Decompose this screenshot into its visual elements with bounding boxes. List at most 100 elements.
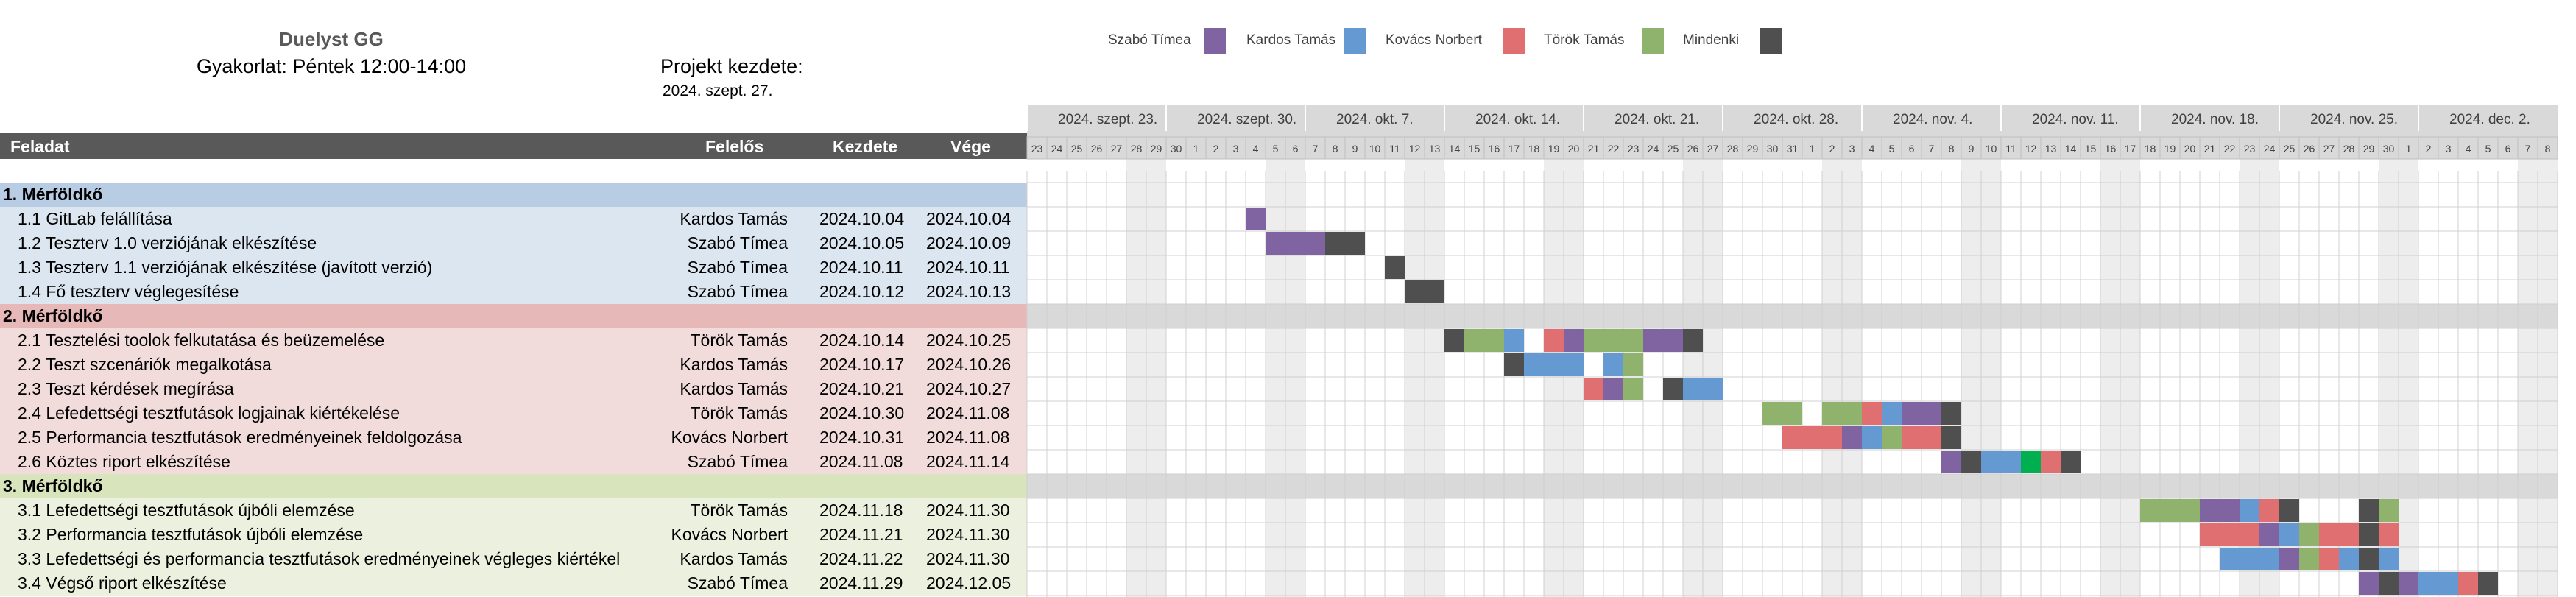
gantt-bar (2140, 499, 2200, 522)
gantt-bar (2339, 548, 2359, 570)
day-label: 30 (1171, 143, 1182, 155)
day-label: 4 (1869, 143, 1875, 155)
day-label: 6 (1909, 143, 1915, 155)
day-label: 3 (1849, 143, 1855, 155)
day-label: 12 (2025, 143, 2037, 155)
day-label: 24 (2264, 143, 2276, 155)
weekend-column (1285, 159, 1305, 597)
gantt-bar (1842, 426, 1862, 449)
day-label: 21 (2204, 143, 2216, 155)
weekend-column (2538, 159, 2558, 597)
week-label: 2024. okt. 7. (1336, 112, 1414, 127)
day-label: 19 (1548, 143, 1560, 155)
gantt-bar (1862, 426, 1882, 449)
weekend-column (1564, 159, 1584, 597)
week-label: 2024. szept. 23. (1058, 112, 1157, 127)
day-label: 9 (1969, 143, 1975, 155)
day-label: 9 (1352, 143, 1358, 155)
day-label: 2 (1829, 143, 1835, 155)
gantt-bar (1782, 426, 1842, 449)
week-label: 2024. nov. 25. (2310, 112, 2398, 127)
day-label: 2 (2426, 143, 2432, 155)
gantt-bar (1623, 378, 1643, 400)
day-label: 5 (2485, 143, 2491, 155)
weekend-column (1822, 159, 1842, 597)
gantt-chart: 2024. szept. 23. 2024. szept. 30. 2024. ok… (1026, 105, 2558, 597)
gantt-bar (2458, 572, 2478, 595)
gantt-bar (2240, 499, 2259, 522)
day-label: 4 (1253, 143, 1259, 155)
weekend-column (1981, 159, 2001, 597)
day-label: 22 (2224, 143, 2236, 155)
gantt-bar (1246, 208, 1266, 230)
gantt-bar (1564, 329, 1584, 352)
day-label: 11 (1389, 143, 1400, 155)
gantt-bar (2418, 572, 2458, 595)
weekend-column (1266, 159, 1285, 597)
day-label: 19 (2164, 143, 2176, 155)
day-label: 20 (1568, 143, 1580, 155)
day-label: 8 (1333, 143, 1338, 155)
day-label: 7 (1313, 143, 1319, 155)
day-label: 1 (1193, 143, 1199, 155)
gantt-bar (2259, 523, 2279, 546)
gantt-bar (2478, 572, 2498, 595)
gantt-bar (1862, 402, 1882, 425)
gantt-bar (2379, 523, 2399, 546)
gantt-bar (2021, 451, 2041, 473)
gantt-bar (2001, 451, 2021, 473)
weekend-column (1544, 159, 1564, 597)
weekend-column (2399, 159, 2418, 597)
day-label: 5 (1889, 143, 1895, 155)
day-label: 18 (1528, 143, 1540, 155)
gantt-bar (1762, 402, 1802, 425)
day-label: 2 (1213, 143, 1219, 155)
gantt-bar (2379, 572, 2399, 595)
week-label: 2024. nov. 18. (2171, 112, 2259, 127)
weekend-column (2518, 159, 2538, 597)
day-label: 8 (2545, 143, 2551, 155)
gantt-bar (2359, 523, 2379, 546)
day-label: 15 (2085, 143, 2097, 155)
gantt-bar (1902, 426, 1941, 449)
day-label: 17 (2125, 143, 2136, 155)
gantt-bar (1444, 329, 1464, 352)
gantt-bar (1882, 426, 1902, 449)
gantt-bar (2279, 499, 2299, 522)
day-label: 24 (1648, 143, 1659, 155)
day-label: 29 (1151, 143, 1162, 155)
day-label: 8 (1949, 143, 1955, 155)
day-label: 27 (1707, 143, 1719, 155)
weekend-column (1425, 159, 1444, 597)
gantt-bar (1643, 329, 1683, 352)
day-label: 14 (1449, 143, 1461, 155)
weekend-column (2100, 159, 2120, 597)
gantt-bar (1603, 378, 1623, 400)
day-label: 15 (1469, 143, 1481, 155)
day-label: 30 (2383, 143, 2395, 155)
week-label: 2024. okt. 14. (1475, 112, 1560, 127)
week-label: 2024. dec. 2. (2449, 112, 2530, 127)
day-label: 23 (2244, 143, 2256, 155)
day-label: 3 (1233, 143, 1239, 155)
gantt-bar (2379, 499, 2399, 522)
gantt-bar (1941, 402, 1961, 425)
gantt-bar (2299, 548, 2319, 570)
week-label: 2024. okt. 21. (1615, 112, 1699, 127)
gantt-bar (1683, 329, 1703, 352)
day-label: 1 (2406, 143, 2412, 155)
day-label: 18 (2145, 143, 2156, 155)
day-label: 23 (1031, 143, 1043, 155)
gantt-bar (2279, 548, 2299, 570)
gantt-bar (1683, 378, 1723, 400)
milestone-band (1027, 474, 2558, 498)
day-label: 24 (1051, 143, 1063, 155)
day-label: 10 (1369, 143, 1381, 155)
gantt-bar (1902, 402, 1941, 425)
day-label: 21 (1588, 143, 1600, 155)
day-label: 25 (1668, 143, 1679, 155)
gantt-bar (2061, 451, 2081, 473)
gantt-bar (2359, 499, 2379, 522)
gantt-bar (2299, 523, 2319, 546)
gantt-bar (1603, 353, 1623, 376)
